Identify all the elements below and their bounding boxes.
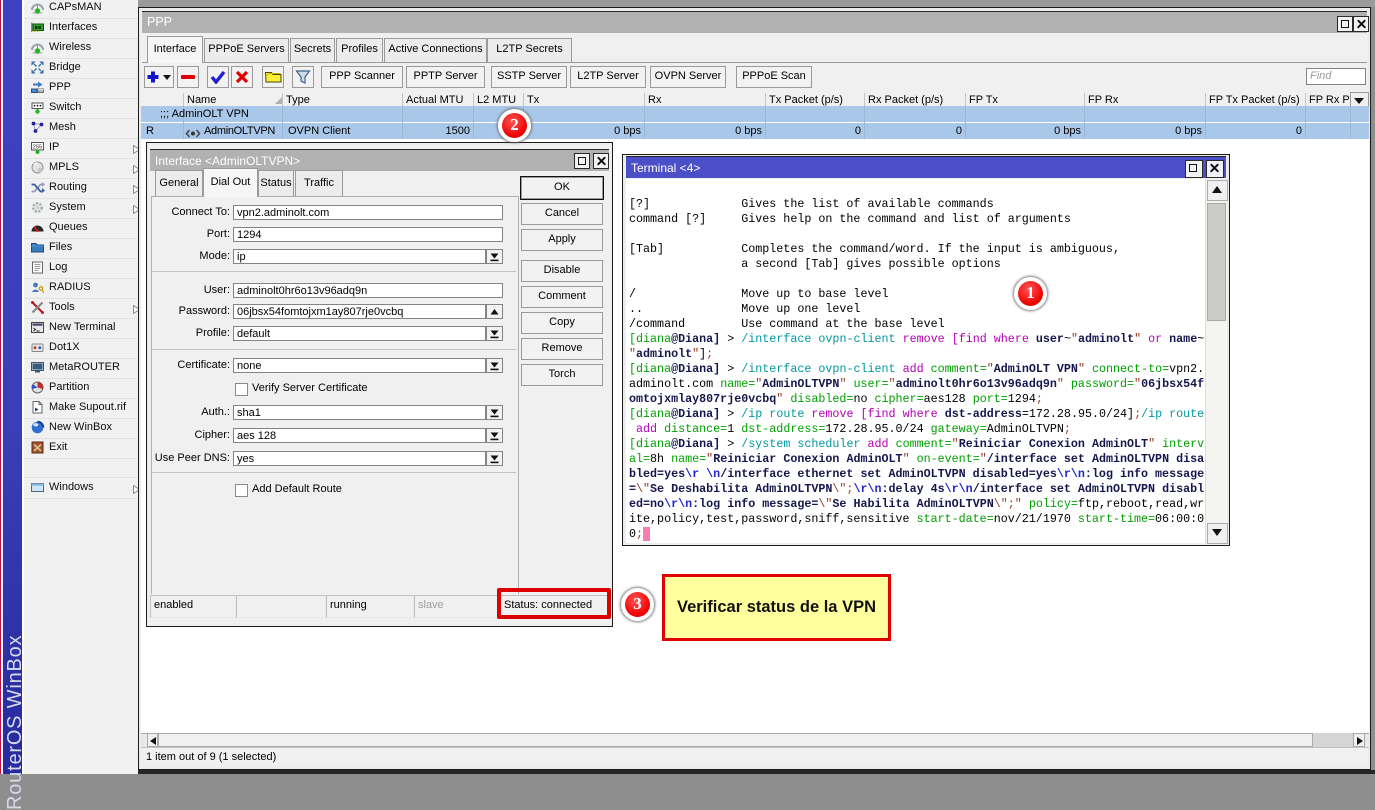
svg-text:255: 255 <box>33 145 43 151</box>
